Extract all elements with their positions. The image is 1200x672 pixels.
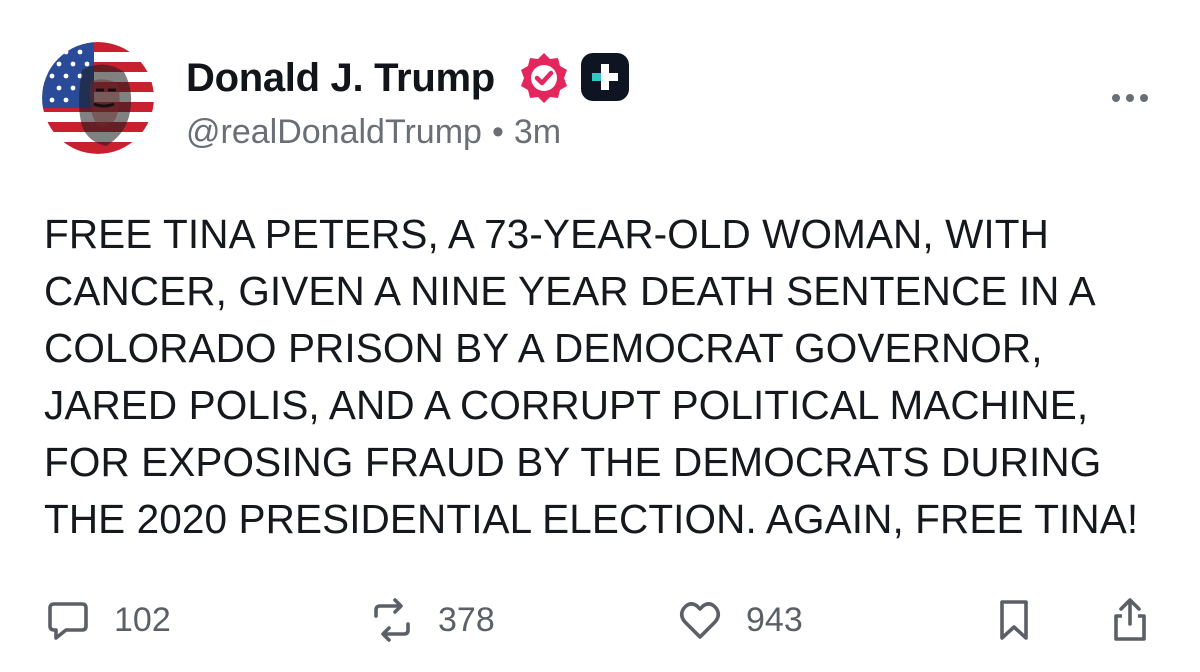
retruth-button[interactable]: 378 bbox=[368, 592, 495, 648]
avatar-image bbox=[42, 42, 154, 154]
retruth-count: 378 bbox=[438, 601, 495, 639]
post-text-line: FOR EXPOSING FRAUD BY THE DEMOCRATS DURI… bbox=[44, 439, 1102, 485]
avatar[interactable] bbox=[42, 42, 154, 154]
author-name[interactable]: Donald J. Trump bbox=[186, 54, 495, 102]
post-text-line: COLORADO PRISON BY A DEMOCRAT GOVERNOR, bbox=[44, 325, 1043, 371]
reply-count: 102 bbox=[114, 601, 171, 639]
bookmark-icon bbox=[1000, 600, 1028, 640]
more-options-button[interactable] bbox=[1106, 84, 1154, 112]
post-card: Donald J. Trump @realDonaldTrump • 3m FREE… bbox=[0, 0, 1200, 672]
author-handle[interactable]: @realDonaldTrump bbox=[186, 113, 482, 151]
post-text-line: FREE TINA PETERS, A 73-YEAR-OLD WOMAN, W… bbox=[44, 211, 1049, 257]
heart-icon bbox=[679, 602, 721, 639]
meta-separator: • bbox=[491, 113, 504, 151]
post-meta: @realDonaldTrump • 3m bbox=[186, 110, 561, 154]
share-icon bbox=[1114, 598, 1146, 641]
reply-button[interactable]: 102 bbox=[44, 592, 171, 648]
post-text-line: THE 2020 PRESIDENTIAL ELECTION. AGAIN, F… bbox=[44, 496, 1139, 542]
retruth-icon bbox=[374, 598, 410, 642]
post-time[interactable]: 3m bbox=[514, 113, 561, 151]
bookmark-button[interactable] bbox=[990, 592, 1038, 648]
more-icon bbox=[1112, 94, 1148, 102]
post-text-line: CANCER, GIVEN A NINE YEAR DEATH SENTENCE… bbox=[44, 268, 1096, 314]
plus-badge-icon bbox=[580, 52, 630, 102]
like-count: 943 bbox=[746, 601, 803, 639]
post-body: FREE TINA PETERS, A 73-YEAR-OLD WOMAN, W… bbox=[44, 206, 1164, 548]
share-button[interactable] bbox=[1106, 592, 1154, 648]
reply-icon bbox=[48, 602, 88, 640]
like-button[interactable]: 943 bbox=[676, 592, 803, 648]
verified-badge-icon bbox=[516, 50, 572, 106]
post-text-line: JARED POLIS, AND A CORRUPT POLITICAL MAC… bbox=[44, 382, 1089, 428]
